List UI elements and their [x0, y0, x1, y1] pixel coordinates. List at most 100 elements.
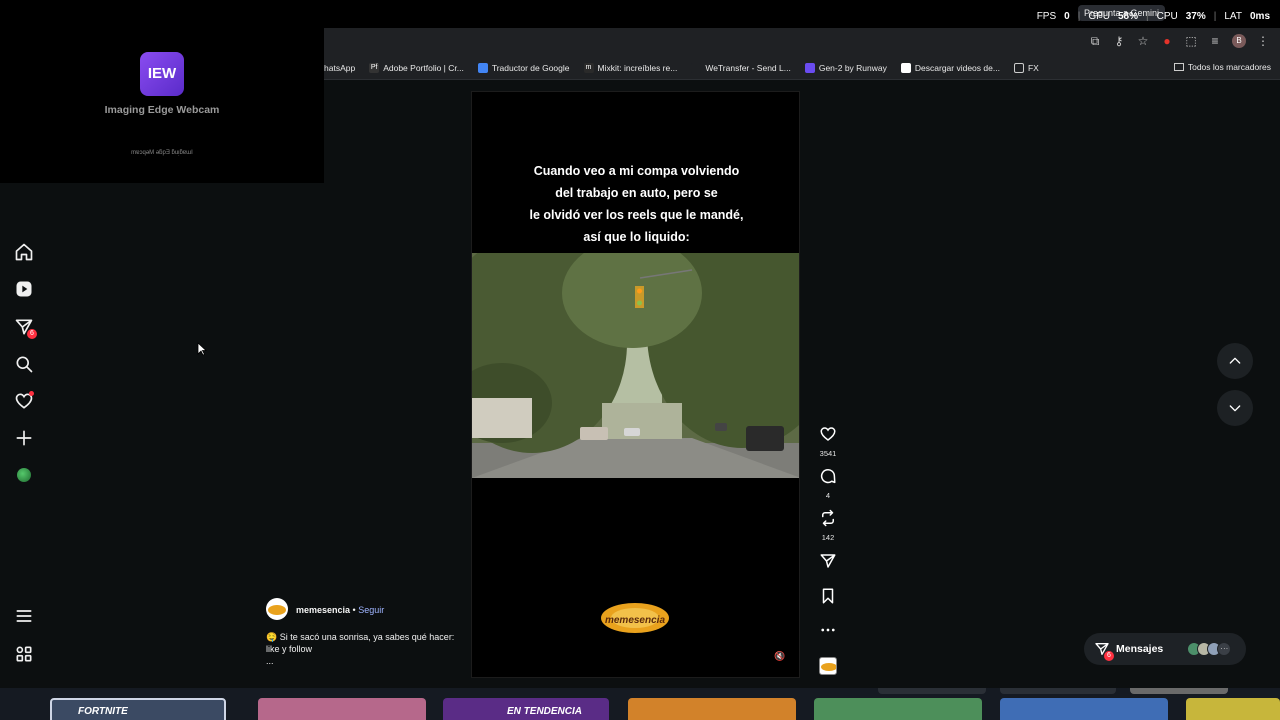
- game-tile[interactable]: [628, 698, 796, 720]
- next-reel-button[interactable]: [1217, 390, 1253, 426]
- folder-icon: [1013, 62, 1024, 73]
- game-tile[interactable]: [1186, 698, 1280, 720]
- gpu-label: GPU: [1088, 11, 1110, 22]
- like-count: 3541: [819, 449, 837, 458]
- bookmark-wetransfer[interactable]: WeTransfer - Send L...: [691, 62, 791, 73]
- webcam-app-name: Imaging Edge Webcam: [104, 104, 220, 116]
- more-dots-icon: [821, 628, 835, 632]
- lat-label: LAT: [1224, 11, 1242, 22]
- media-controls-icon[interactable]: ≡: [1208, 34, 1222, 48]
- adobe-portfolio-icon: Pf: [369, 62, 380, 73]
- repost-button[interactable]: 142: [817, 509, 839, 542]
- description-more-button[interactable]: ...: [266, 655, 456, 667]
- game-tile[interactable]: [814, 698, 982, 720]
- like-button[interactable]: 3541: [817, 425, 839, 458]
- save-button[interactable]: [817, 587, 839, 610]
- toolbar-icons: ⧉ ⚷ ☆ ● ⬚ ≡ B ⋮: [1088, 34, 1270, 48]
- mixkit-icon: m: [583, 62, 594, 73]
- comment-icon: [820, 468, 836, 484]
- caption-line: le olvidó ver los reels que le mandé,: [529, 208, 744, 222]
- browser-menu-icon[interactable]: ⋮: [1256, 34, 1270, 48]
- webcam-overlay: IEW Imaging Edge Webcam mɐɔqǝM ǝƃpƎ ƃuᴉƃ…: [0, 28, 324, 183]
- bookmark-descargar-videos[interactable]: Descargar videos de...: [900, 62, 1000, 73]
- bookmark-label: Adobe Portfolio | Cr...: [383, 62, 464, 73]
- chevron-up-icon: [1229, 357, 1241, 364]
- author-avatar[interactable]: [266, 598, 288, 620]
- bookmarks-bar: hatsApp Pf Adobe Portfolio | Cr... Traduc…: [324, 56, 1280, 80]
- game-tile[interactable]: [258, 698, 426, 720]
- nav-search[interactable]: [14, 354, 34, 374]
- more-options-button[interactable]: [817, 621, 839, 644]
- extension-record-icon[interactable]: ●: [1160, 34, 1174, 48]
- bookmark-label: Descargar videos de...: [914, 62, 1000, 73]
- bookmark-whatsapp[interactable]: hatsApp: [324, 63, 355, 73]
- bookmark-folder-fx[interactable]: FX: [1013, 62, 1039, 73]
- nav-more[interactable]: [14, 606, 34, 626]
- page-icon: [900, 62, 911, 73]
- share-button[interactable]: [817, 552, 839, 575]
- scroll-indicator: [1000, 688, 1116, 694]
- messages-badge: 6: [1104, 651, 1114, 661]
- mute-toggle-icon[interactable]: 🔇: [773, 649, 787, 663]
- nav-create[interactable]: [14, 428, 34, 448]
- scroll-indicator: [878, 688, 986, 694]
- trending-label: EN TENDENCIA: [507, 706, 583, 717]
- messages-badge: 6: [27, 329, 37, 339]
- cpu-value: 37%: [1185, 11, 1206, 22]
- imaging-edge-logo: IEW: [140, 52, 184, 96]
- follow-button[interactable]: Seguir: [358, 605, 384, 615]
- all-bookmarks-folder[interactable]: Todos los marcadores: [1173, 62, 1271, 72]
- stats-divider: |: [1146, 11, 1149, 22]
- extensions-puzzle-icon[interactable]: ⬚: [1184, 34, 1198, 48]
- author-name[interactable]: memesencia: [296, 605, 350, 615]
- caption-line: del trabajo en auto, pero se: [555, 186, 718, 200]
- bookmark-runway[interactable]: Gen-2 by Runway: [804, 62, 887, 73]
- nav-reels[interactable]: [14, 279, 34, 299]
- bookmark-icon: [822, 588, 834, 604]
- search-icon: [16, 356, 33, 373]
- messages-icon-wrap: 6: [1094, 641, 1114, 661]
- messages-pill[interactable]: 6 Mensajes ···: [1084, 633, 1246, 665]
- bookmark-label: hatsApp: [324, 62, 356, 73]
- memesencia-logo-icon: [821, 663, 836, 671]
- browser-toolbar: ⧉ ⚷ ☆ ● ⬚ ≡ B ⋮: [324, 28, 1280, 56]
- nav-profile[interactable]: [14, 465, 34, 485]
- password-key-icon[interactable]: ⚷: [1112, 34, 1126, 48]
- gpu-value: 58%: [1118, 11, 1139, 22]
- comment-button[interactable]: 4: [817, 467, 839, 500]
- bookmark-mixkit[interactable]: m Mixkit: increíbles re...: [583, 62, 677, 73]
- plus-icon: [16, 430, 32, 446]
- game-tile-fortnite[interactable]: [50, 698, 226, 720]
- stats-divider: |: [1077, 11, 1081, 22]
- game-tile[interactable]: [1000, 698, 1168, 720]
- messages-label: Mensajes: [1116, 643, 1164, 655]
- repost-icon: [822, 509, 834, 527]
- fps-label: FPS: [1036, 11, 1057, 22]
- menu-icon: [16, 610, 32, 622]
- performance-stats: FPS 0 | GPU 58% | CPU 37% | LAT 0ms: [1037, 11, 1270, 22]
- nav-notifications[interactable]: [14, 391, 34, 411]
- reel-author: memesencia • Seguir: [266, 598, 384, 620]
- bookmark-adobe-portfolio[interactable]: Pf Adobe Portfolio | Cr...: [369, 62, 464, 73]
- install-app-icon[interactable]: ⧉: [1088, 34, 1102, 48]
- nav-messages[interactable]: 6: [14, 317, 37, 339]
- bookmark-star-icon[interactable]: ☆: [1136, 34, 1150, 48]
- original-audio-thumbnail[interactable]: [819, 657, 837, 675]
- bookmark-label: WeTransfer - Send L...: [705, 62, 791, 73]
- nav-home[interactable]: [14, 242, 34, 262]
- bookmark-label: FX: [1027, 62, 1039, 73]
- previous-reel-button[interactable]: [1217, 343, 1253, 379]
- runway-icon: [804, 62, 815, 73]
- description-text: 🤤 Si te sacó una sonrisa, ya sabes qué h…: [266, 632, 455, 654]
- wetransfer-icon: [691, 62, 702, 73]
- mouse-cursor-icon: [197, 342, 207, 356]
- browser-profile-avatar[interactable]: B: [1232, 34, 1246, 48]
- repost-count: 142: [821, 533, 835, 542]
- memesencia-watermark-logo: memesencia: [601, 603, 669, 633]
- all-bookmarks-label: Todos los marcadores: [1187, 62, 1271, 72]
- bookmark-google-translate[interactable]: Traductor de Google: [477, 62, 570, 73]
- nav-meta-apps[interactable]: [14, 644, 34, 664]
- reel-video[interactable]: Cuando veo a mi compa volviendo del trab…: [471, 91, 800, 678]
- home-icon: [15, 243, 33, 261]
- author-separator: •: [350, 605, 359, 615]
